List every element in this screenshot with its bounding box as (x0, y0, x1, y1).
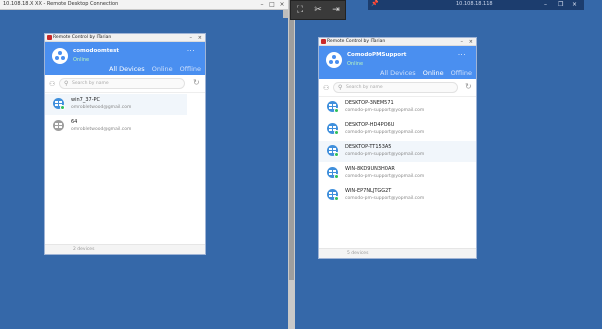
tab-all-devices[interactable]: All Devices (109, 65, 145, 73)
window-titlebar: Remote Control by ITarian – × (319, 38, 476, 46)
device-name: WIN-EP7NLJTGG2T (345, 188, 392, 194)
account-name: comodoomtest (73, 48, 120, 54)
session-toolbar: ⛶ ✂ ⇥ (290, 0, 346, 20)
device-row[interactable]: DESKTOP-TT153A5 comodo-pm-support@yopmai… (319, 141, 476, 162)
close-icon[interactable]: × (198, 34, 202, 42)
device-name: DESKTOP-3NEM571 (345, 100, 394, 106)
device-count: 2 devices (73, 247, 95, 252)
tab-all-devices[interactable]: All Devices (380, 69, 416, 77)
remote-ip: 10.108.18.118 (456, 1, 493, 7)
device-tabs: All Devices Online Offline (109, 65, 201, 73)
account-logo-icon (326, 52, 342, 68)
minimize-icon[interactable]: – (258, 0, 266, 9)
minimize-icon[interactable]: – (190, 34, 193, 42)
device-email: comodo-pm-support@yopmail.com (345, 174, 425, 179)
windows-device-icon (327, 123, 339, 135)
close-icon[interactable]: × (469, 38, 473, 46)
account-status: Online (73, 57, 90, 63)
more-options-icon[interactable]: ··· (458, 51, 466, 59)
tab-online[interactable]: Online (152, 65, 173, 73)
device-row[interactable]: WIN-EP7NLJTGG2T comodo-pm-support@yopmai… (319, 185, 476, 206)
account-status: Online (347, 61, 364, 67)
window-title: Remote Control by ITarian (327, 39, 386, 44)
search-placeholder: Search by name (72, 81, 109, 86)
network-icon[interactable]: ⚇ (49, 80, 55, 88)
network-icon[interactable]: ⚇ (323, 84, 329, 92)
scroll-indicator (283, 10, 288, 18)
app-icon (47, 35, 52, 40)
device-row[interactable]: WIN-8KD9UN3H0AR comodo-pm-support@yopmai… (319, 163, 476, 184)
online-indicator (334, 196, 339, 201)
search-row: ⚇ ⚲ Search by name ↻ (319, 79, 476, 97)
online-indicator (334, 174, 339, 179)
window-titlebar: Remote Control by ITarian – × (45, 34, 205, 42)
offline-device-icon (53, 120, 64, 131)
tab-online[interactable]: Online (423, 69, 444, 77)
device-email: comodo-pm-support@yopmail.com (345, 130, 425, 135)
device-email: omrobletwood@gmail.com (71, 127, 132, 132)
device-count-footer: 2 devices (45, 244, 205, 254)
device-email: omrobletwood@gmail.com (71, 105, 132, 110)
device-name: DESKTOP-HD4PO6U (345, 122, 395, 128)
search-input[interactable]: ⚲ Search by name (333, 82, 458, 93)
account-header: comodoomtest Online ··· All Devices Onli… (45, 42, 205, 75)
refresh-icon[interactable]: ↻ (193, 78, 200, 87)
device-row[interactable]: 64 omrobletwood@gmail.com (45, 116, 205, 137)
search-placeholder: Search by name (346, 85, 383, 90)
online-indicator (60, 105, 65, 110)
windows-device-icon (327, 167, 339, 179)
online-indicator (334, 152, 339, 157)
right-app-window: Remote Control by ITarian – × ComodoPMSu… (318, 37, 477, 259)
windows-device-icon (327, 189, 339, 201)
device-tabs: All Devices Online Offline (380, 69, 472, 77)
disconnect-icon[interactable]: ✂ (312, 4, 324, 17)
left-app-window: Remote Control by ITarian – × comodoomte… (44, 33, 206, 255)
windows-device-icon (327, 101, 339, 113)
remote-connection-bar: 📌 10.108.18.118 – ❐ × (368, 0, 584, 10)
online-indicator (334, 108, 339, 113)
splitter-thumb[interactable] (289, 0, 294, 280)
device-name: 64 (71, 119, 78, 125)
more-options-icon[interactable]: ··· (187, 47, 195, 55)
device-name: DESKTOP-TT153A5 (345, 144, 392, 150)
windows-device-icon (327, 145, 339, 157)
search-icon: ⚲ (64, 80, 69, 87)
close-icon[interactable]: × (278, 0, 286, 9)
account-header: ComodoPMSupport Online ··· All Devices O… (319, 46, 476, 79)
device-count-footer: 5 devices (319, 248, 476, 258)
maximize-icon[interactable]: □ (268, 0, 276, 9)
device-name: WIN-8KD9UN3H0AR (345, 166, 395, 172)
app-icon (321, 39, 326, 44)
tab-offline[interactable]: Offline (451, 69, 472, 77)
device-email: comodo-pm-support@yopmail.com (345, 152, 425, 157)
search-icon: ⚲ (338, 84, 343, 91)
window-title: Remote Control by ITarian (53, 35, 112, 40)
device-email: comodo-pm-support@yopmail.com (345, 196, 425, 201)
device-name: win7_37-PC (71, 97, 101, 103)
vertical-splitter[interactable] (288, 0, 295, 329)
refresh-icon[interactable]: ↻ (465, 82, 472, 91)
pin-icon[interactable]: ⛶ (294, 4, 306, 17)
device-email: comodo-pm-support@yopmail.com (345, 108, 425, 113)
tab-offline[interactable]: Offline (180, 65, 201, 73)
exit-icon[interactable]: ⇥ (330, 4, 342, 17)
online-indicator (334, 130, 339, 135)
restore-icon[interactable]: ❐ (558, 0, 563, 10)
device-count: 5 devices (347, 251, 369, 256)
device-row[interactable]: DESKTOP-3NEM571 comodo-pm-support@yopmai… (319, 97, 476, 118)
pin-icon[interactable]: 📌 (371, 0, 378, 7)
rdp-titlebar: 10.108.18.X XX - Remote Desktop Connecti… (0, 0, 288, 10)
rdp-title: 10.108.18.X XX - Remote Desktop Connecti… (3, 1, 119, 7)
account-logo-icon (52, 48, 68, 64)
search-row: ⚇ ⚲ Search by name ↻ (45, 75, 205, 93)
windows-device-icon (53, 98, 65, 110)
close-icon[interactable]: × (572, 0, 577, 10)
account-name: ComodoPMSupport (347, 52, 407, 58)
search-input[interactable]: ⚲ Search by name (59, 78, 185, 89)
device-row[interactable]: win7_37-PC omrobletwood@gmail.com (45, 94, 187, 115)
minimize-icon[interactable]: – (461, 38, 464, 46)
minimize-icon[interactable]: – (544, 0, 547, 10)
device-row[interactable]: DESKTOP-HD4PO6U comodo-pm-support@yopmai… (319, 119, 476, 140)
